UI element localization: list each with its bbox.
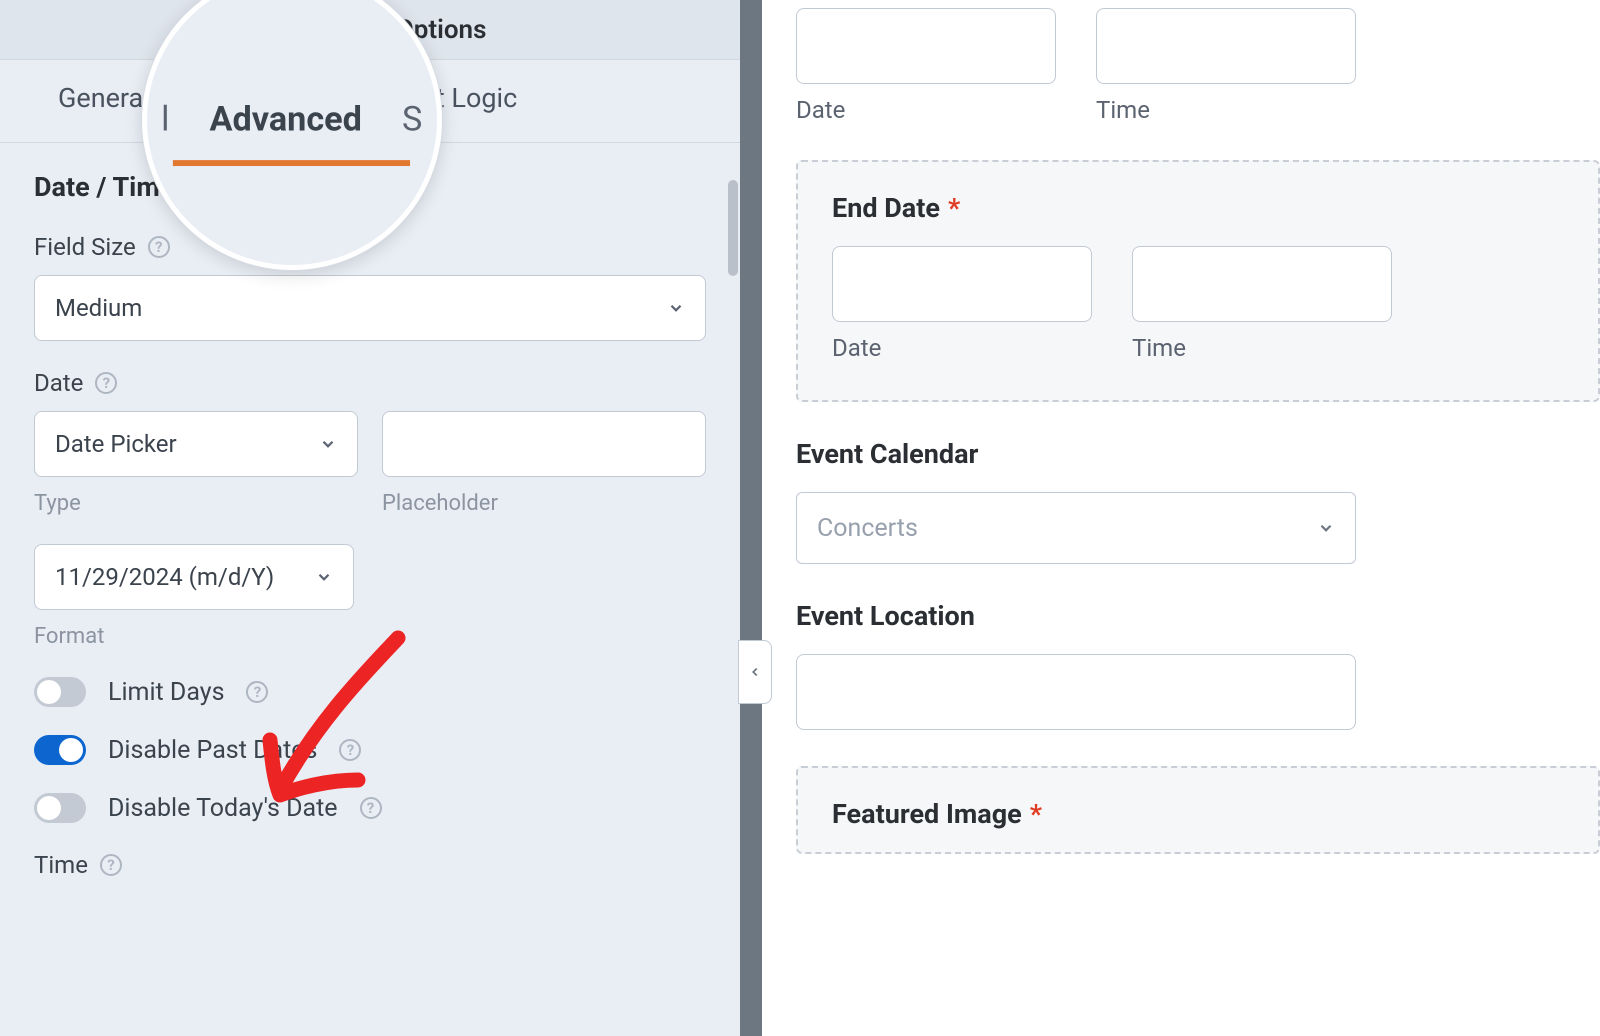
date-placeholder-sublabel: Placeholder (382, 491, 706, 516)
end-time-sublabel: Time (1132, 334, 1392, 362)
help-icon[interactable]: ? (148, 236, 170, 258)
start-date-input[interactable] (796, 8, 1056, 84)
event-calendar-label: Event Calendar (796, 438, 978, 470)
date-type-sublabel: Type (34, 491, 358, 516)
date-format-value: 11/29/2024 (m/d/Y) (55, 563, 274, 591)
field-size-group: Field Size ? Medium (34, 233, 706, 341)
help-icon[interactable]: ? (100, 854, 122, 876)
help-icon[interactable]: ? (95, 372, 117, 394)
sub-tab-general[interactable]: General (58, 82, 150, 130)
start-time-sublabel: Time (1096, 96, 1356, 124)
field-size-value: Medium (55, 294, 142, 322)
date-format-select[interactable]: 11/29/2024 (m/d/Y) (34, 544, 354, 610)
field-size-label: Field Size (34, 233, 136, 261)
end-time-input[interactable] (1132, 246, 1392, 322)
date-group: Date ? Date Picker Type (34, 369, 706, 516)
date-label: Date (34, 369, 83, 397)
time-label: Time (34, 851, 88, 879)
disable-today-row: Disable Today's Date ? (34, 793, 706, 823)
date-type-value: Date Picker (55, 430, 177, 458)
scrollbar-thumb[interactable] (728, 180, 738, 276)
event-location-input[interactable] (796, 654, 1356, 730)
help-icon[interactable]: ? (360, 797, 382, 819)
chevron-down-icon (319, 435, 337, 453)
time-group: Time ? (34, 851, 706, 879)
event-location-label: Event Location (796, 600, 975, 632)
limit-days-toggle[interactable] (34, 677, 86, 707)
options-scroll-area[interactable]: Date / Time (ID #8) Field Size ? Medium … (0, 143, 740, 1036)
chevron-down-icon (315, 568, 333, 586)
date-placeholder-input[interactable] (382, 411, 706, 477)
required-asterisk: * (948, 192, 960, 224)
event-calendar-select[interactable]: Concerts (796, 492, 1356, 564)
end-date-label: End Date (832, 192, 940, 224)
start-date-row: Date Time (796, 8, 1600, 124)
end-date-field-selected[interactable]: End Date * Date Time (796, 160, 1600, 402)
limit-days-label: Limit Days (108, 678, 224, 707)
event-location-row: Event Location (796, 600, 1600, 730)
lens-advanced-tab: Advanced (210, 100, 362, 140)
lens-left-fragment: l (161, 100, 169, 140)
collapse-panel-button[interactable] (738, 640, 772, 704)
event-calendar-value: Concerts (817, 514, 918, 543)
panel-divider[interactable] (740, 0, 762, 1036)
field-size-select[interactable]: Medium (34, 275, 706, 341)
field-options-panel: A Field Options General Advanced rt Logi… (0, 0, 740, 1036)
date-format-sublabel: Format (34, 624, 354, 649)
date-format-group: 11/29/2024 (m/d/Y) Format (34, 544, 354, 649)
required-asterisk: * (1030, 798, 1042, 830)
end-date-sublabel: Date (832, 334, 1092, 362)
disable-past-toggle[interactable] (34, 735, 86, 765)
disable-past-label: Disable Past Dates (108, 736, 317, 765)
date-type-select[interactable]: Date Picker (34, 411, 358, 477)
disable-today-toggle[interactable] (34, 793, 86, 823)
start-time-input[interactable] (1096, 8, 1356, 84)
chevron-down-icon (1317, 519, 1335, 537)
limit-days-row: Limit Days ? (34, 677, 706, 707)
lens-right-fragment: S (402, 100, 422, 140)
chevron-down-icon (667, 299, 685, 317)
featured-image-label: Featured Image (832, 798, 1022, 830)
event-calendar-row: Event Calendar Concerts (796, 438, 1600, 564)
help-icon[interactable]: ? (246, 681, 268, 703)
end-date-input[interactable] (832, 246, 1092, 322)
disable-past-row: Disable Past Dates ? (34, 735, 706, 765)
featured-image-row[interactable]: Featured Image * (796, 766, 1600, 854)
form-preview: Date Time End Date * Date Ti (762, 0, 1600, 1036)
disable-today-label: Disable Today's Date (108, 794, 338, 823)
help-icon[interactable]: ? (339, 739, 361, 761)
start-date-sublabel: Date (796, 96, 1056, 124)
